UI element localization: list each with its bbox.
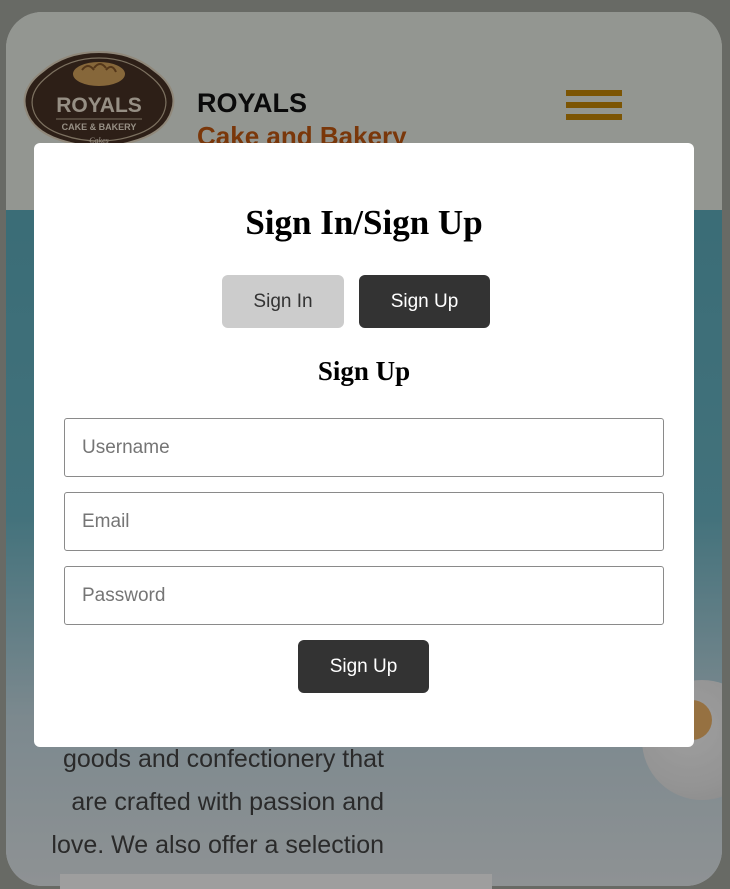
modal-title: Sign In/Sign Up — [245, 203, 483, 242]
auth-modal: Sign In/Sign Up Sign In Sign Up Sign Up … — [34, 143, 694, 747]
password-field[interactable] — [64, 566, 664, 625]
username-field[interactable] — [64, 418, 664, 477]
sign-up-submit-button[interactable]: Sign Up — [298, 640, 429, 693]
tab-sign-in[interactable]: Sign In — [222, 275, 344, 328]
tab-sign-up[interactable]: Sign Up — [359, 275, 490, 328]
email-field[interactable] — [64, 492, 664, 551]
form-title: Sign Up — [317, 356, 411, 386]
